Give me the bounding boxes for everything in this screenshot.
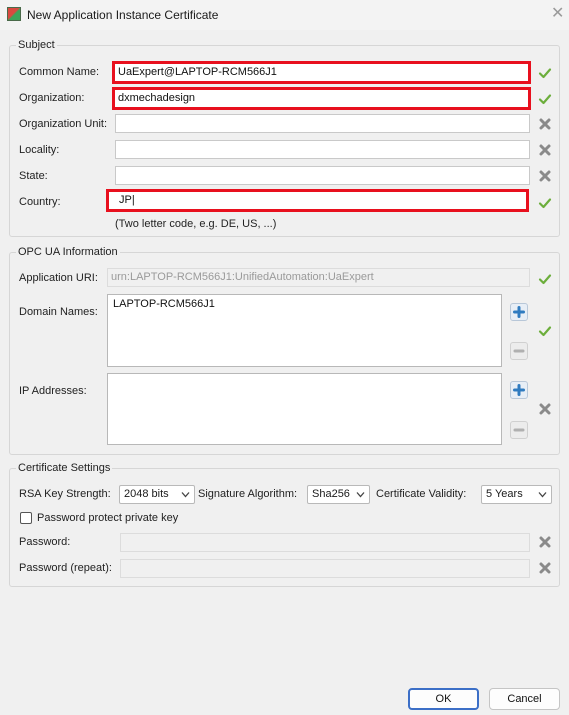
signature-algorithm-value: Sha256: [312, 488, 350, 500]
ip-addresses-label: IP Addresses:: [19, 385, 87, 397]
country-hint: (Two letter code, e.g. DE, US, ...): [115, 218, 277, 230]
password-repeat-label: Password (repeat):: [19, 562, 112, 574]
opcua-legend: OPC UA Information: [16, 246, 120, 258]
check-icon: [538, 326, 552, 337]
state-label: State:: [19, 170, 48, 182]
subject-legend: Subject: [16, 39, 57, 51]
check-icon: [538, 274, 552, 285]
ip-addresses-textarea[interactable]: [107, 373, 502, 445]
close-icon[interactable]: ✕: [551, 5, 564, 23]
signature-algorithm-label: Signature Algorithm:: [198, 488, 298, 500]
domain-names-label: Domain Names:: [19, 306, 98, 318]
chevron-down-icon: [356, 492, 365, 498]
locality-field[interactable]: [115, 140, 530, 159]
password-repeat-field: [120, 559, 530, 578]
minus-icon: [513, 428, 525, 432]
minus-icon: [513, 349, 525, 353]
remove-domain-button[interactable]: [510, 342, 528, 360]
rsa-key-strength-select[interactable]: 2048 bits: [119, 485, 195, 504]
invalid-x-icon: [539, 403, 551, 415]
password-protect-checkbox[interactable]: [20, 512, 32, 524]
password-label: Password:: [19, 536, 71, 548]
certificate-validity-label: Certificate Validity:: [376, 488, 467, 500]
invalid-x-icon: [539, 144, 551, 156]
password-protect-label: Password protect private key: [37, 512, 179, 524]
plus-icon: [513, 306, 525, 318]
invalid-x-icon: [539, 536, 551, 548]
rsa-key-strength-value: 2048 bits: [124, 488, 169, 500]
add-domain-button[interactable]: [510, 303, 528, 321]
check-icon: [538, 68, 552, 79]
common-name-label: Common Name:: [19, 66, 100, 78]
certificate-settings-legend: Certificate Settings: [16, 462, 113, 474]
organization-unit-field[interactable]: [115, 114, 530, 133]
country-label: Country:: [19, 196, 61, 208]
organization-label: Organization:: [19, 92, 85, 104]
chevron-down-icon: [538, 492, 547, 498]
app-icon: [7, 7, 21, 21]
invalid-x-icon: [539, 118, 551, 130]
plus-icon: [513, 384, 525, 396]
password-field: [120, 533, 530, 552]
common-name-field[interactable]: UaExpert@LAPTOP-RCM566J1: [112, 61, 531, 84]
domain-names-textarea[interactable]: LAPTOP-RCM566J1: [107, 294, 502, 367]
check-icon: [538, 94, 552, 105]
chevron-down-icon: [181, 492, 190, 498]
state-field[interactable]: [115, 166, 530, 185]
check-icon: [538, 198, 552, 209]
application-uri-label: Application URI:: [19, 272, 98, 284]
window-title: New Application Instance Certificate: [27, 8, 219, 22]
certificate-validity-select[interactable]: 5 Years: [481, 485, 552, 504]
ok-button[interactable]: OK: [408, 688, 479, 710]
remove-ip-button[interactable]: [510, 421, 528, 439]
locality-label: Locality:: [19, 144, 60, 156]
invalid-x-icon: [539, 170, 551, 182]
invalid-x-icon: [539, 562, 551, 574]
add-ip-button[interactable]: [510, 381, 528, 399]
cancel-button[interactable]: Cancel: [489, 688, 560, 710]
organization-unit-label: Organization Unit:: [19, 118, 108, 130]
rsa-key-strength-label: RSA Key Strength:: [19, 488, 111, 500]
certificate-validity-value: 5 Years: [486, 488, 523, 500]
country-field[interactable]: JP|: [106, 189, 529, 212]
organization-field[interactable]: dxmechadesign: [112, 87, 531, 110]
signature-algorithm-select[interactable]: Sha256: [307, 485, 370, 504]
application-uri-field: urn:LAPTOP-RCM566J1:UnifiedAutomation:Ua…: [107, 268, 530, 287]
